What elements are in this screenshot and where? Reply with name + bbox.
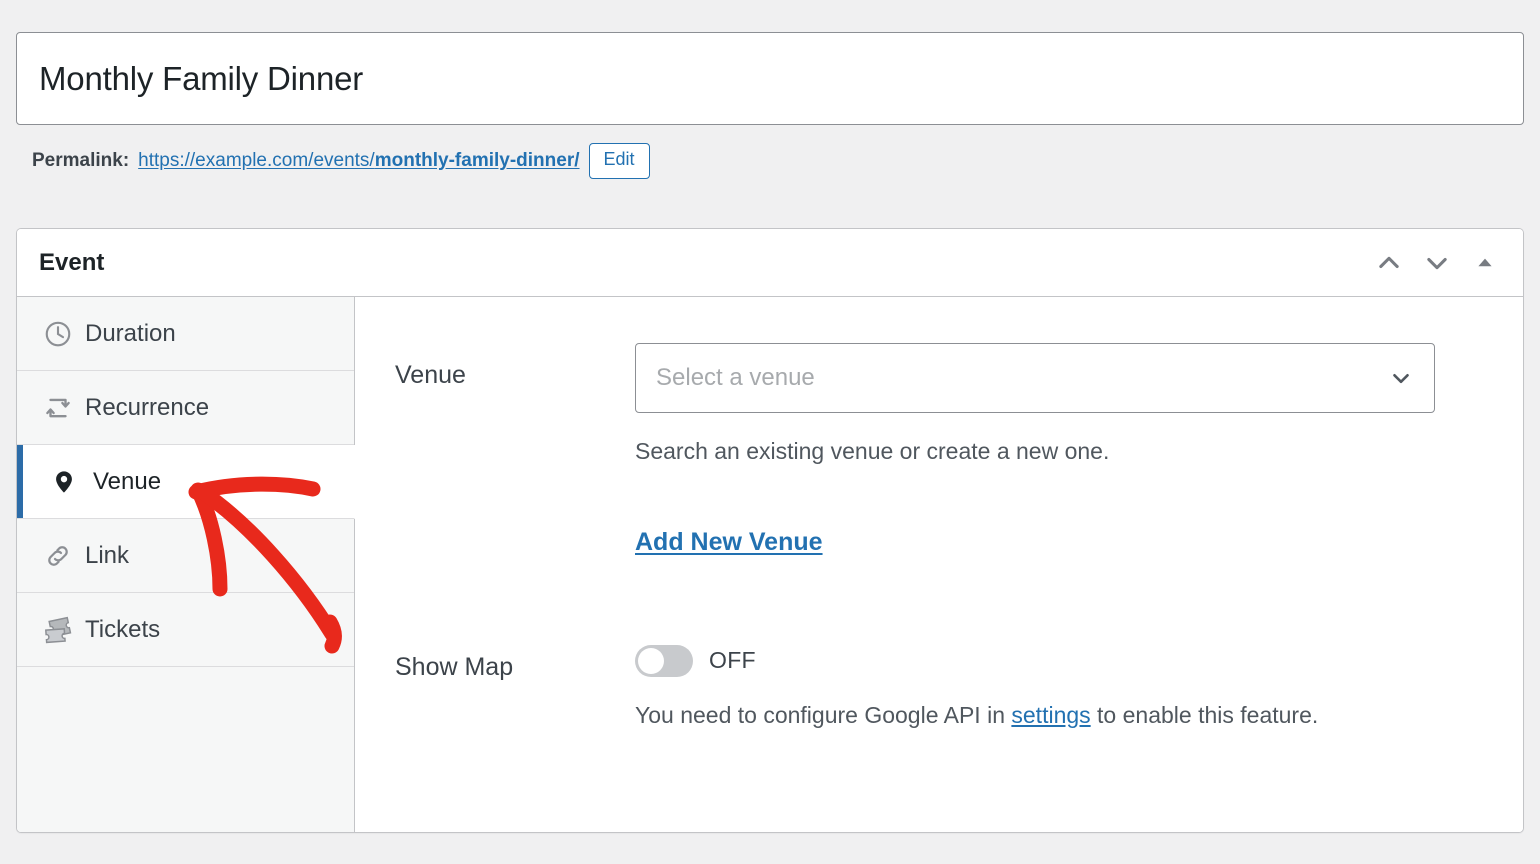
event-editor-screen: Monthly Family Dinner Permalink: https:/… (0, 0, 1540, 864)
edit-permalink-button[interactable]: Edit (588, 143, 650, 179)
venue-select[interactable]: Select a venue (635, 343, 1435, 413)
event-metabox-header: Event (17, 229, 1523, 297)
chevron-down-icon (1423, 249, 1451, 277)
sidebar-item-label: Venue (93, 467, 162, 495)
move-panel-down-button[interactable] (1415, 241, 1459, 285)
show-map-help-after: to enable this feature. (1090, 701, 1319, 728)
post-title-input[interactable]: Monthly Family Dinner (16, 32, 1524, 125)
chevron-down-icon (1388, 365, 1414, 391)
toggle-panel-button[interactable] (1463, 241, 1507, 285)
show-map-help-text: You need to configure Google API in sett… (635, 699, 1415, 732)
show-map-field-row: Show Map OFF You need to configure Googl… (395, 635, 1523, 732)
sidebar-item-tickets[interactable]: Tickets (17, 593, 354, 667)
event-metabox-title: Event (39, 248, 105, 276)
sidebar-item-label: Link (85, 541, 130, 569)
post-title-value: Monthly Family Dinner (39, 59, 364, 97)
permalink-link[interactable]: https://example.com/events/monthly-famil… (138, 150, 579, 172)
sidebar-item-label: Recurrence (85, 393, 210, 421)
show-map-field-label: Show Map (395, 652, 514, 681)
toggle-knob (638, 647, 664, 674)
permalink-url-base: https://example.com/events/ (138, 150, 375, 171)
add-new-venue-link[interactable]: Add New Venue (635, 528, 823, 557)
venue-select-placeholder: Select a venue (656, 364, 815, 391)
clock-icon (43, 319, 77, 349)
permalink-label: Permalink: (32, 150, 130, 171)
sidebar-item-link[interactable]: Link (17, 519, 354, 593)
sidebar-item-venue[interactable]: Venue (17, 445, 355, 519)
event-tab-list: Duration Recurrence Venue Link Tickets (17, 297, 355, 832)
move-panel-up-button[interactable] (1367, 241, 1411, 285)
venue-field-label: Venue (395, 361, 466, 389)
event-metabox: Event Duration Recurrence Venue Link Tic… (16, 228, 1524, 833)
event-metabox-header-actions (1367, 229, 1507, 296)
show-map-toggle-state: OFF (709, 647, 756, 674)
venue-fields-panel: Venue Select a venue Search an existing … (355, 297, 1523, 832)
venue-help-text: Search an existing venue or create a new… (635, 438, 1110, 464)
settings-link[interactable]: settings (1011, 702, 1090, 728)
sidebar-item-recurrence[interactable]: Recurrence (17, 371, 354, 445)
link-icon (43, 541, 77, 571)
chevron-up-icon (1375, 249, 1403, 277)
sidebar-item-label: Duration (85, 319, 176, 347)
triangle-up-icon (1474, 252, 1496, 274)
event-metabox-body: Duration Recurrence Venue Link Tickets V… (17, 297, 1523, 832)
show-map-toggle-wrap: OFF (635, 635, 1435, 677)
repeat-icon (43, 393, 77, 423)
show-map-toggle[interactable] (635, 644, 693, 677)
venue-field-control: Select a venue Search an existing venue … (635, 343, 1523, 557)
tab-rail-filler (17, 667, 354, 832)
permalink-row: Permalink: https://example.com/events/mo… (32, 137, 650, 185)
venue-field-row: Venue Select a venue Search an existing … (395, 343, 1523, 557)
sidebar-item-label: Tickets (85, 615, 161, 643)
map-pin-icon (51, 467, 85, 497)
show-map-help-before: You need to configure Google API in (635, 701, 1012, 728)
permalink-url-slug: monthly-family-dinner/ (374, 150, 580, 171)
tickets-icon (43, 615, 77, 645)
sidebar-item-duration[interactable]: Duration (17, 297, 354, 371)
show-map-field-control: OFF You need to configure Google API in … (635, 635, 1523, 732)
